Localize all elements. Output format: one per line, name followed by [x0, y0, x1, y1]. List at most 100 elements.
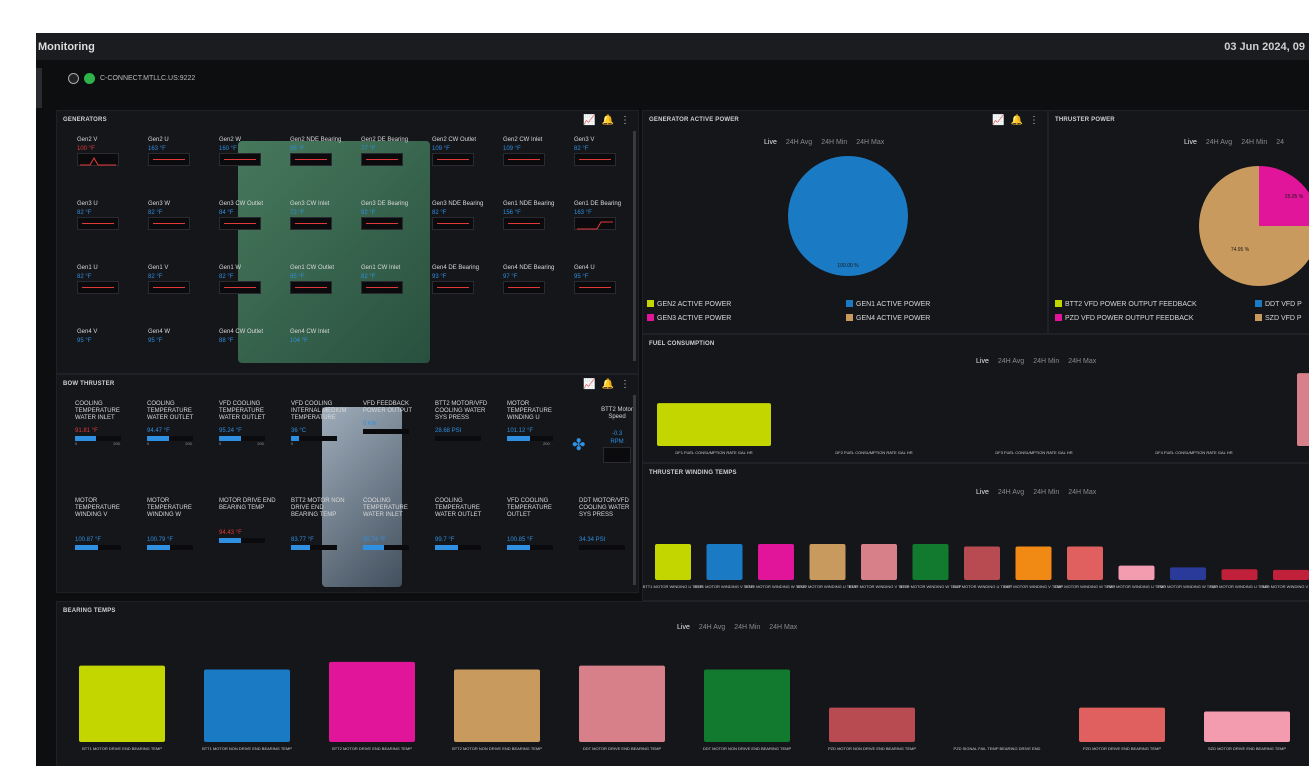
range-max: 200	[185, 441, 192, 446]
bar[interactable]	[861, 544, 897, 580]
sparkline	[219, 281, 261, 294]
scrollbar[interactable]	[633, 131, 636, 361]
thruster-power-pie: 74.95 % 25.05 %	[1199, 166, 1309, 286]
legend-swatch	[846, 300, 853, 307]
legend-label: GEN2 ACTIVE POWER	[657, 301, 732, 308]
sparkline	[148, 153, 190, 166]
cell-label: Gen4 V	[77, 329, 98, 335]
title-bar: Monitoring 03 Jun 2024, 09	[36, 33, 1309, 60]
more-icon[interactable]: ⋮	[620, 115, 630, 126]
generator-cell: Gen1 U 82 °F	[77, 265, 137, 294]
back-icon[interactable]	[68, 73, 79, 84]
cell-value: 100 °F	[77, 146, 95, 152]
cell-value: 82 °F	[148, 274, 163, 280]
cell-label: Gen4 U	[574, 265, 595, 271]
cell-value: 28.68 PSI	[435, 428, 462, 434]
bar[interactable]	[1067, 546, 1103, 580]
generator-cell: Gen1 DE Bearing 163 °F	[574, 201, 634, 230]
bar[interactable]	[809, 544, 846, 580]
legend-item[interactable]: GEN4 ACTIVE POWER	[846, 314, 930, 322]
tab-24h-min[interactable]: 24H Min	[821, 139, 847, 146]
bar[interactable]	[1221, 569, 1258, 580]
legend-item[interactable]: GEN2 ACTIVE POWER	[647, 300, 731, 308]
motor-speed: BTT2 Motor Speed -0.3 RPM	[597, 407, 637, 463]
fan-icon: ✤	[572, 437, 586, 454]
cell-label: Gen3 CW Outlet	[219, 201, 264, 207]
bar[interactable]	[579, 665, 665, 742]
cell-value: 82 °F	[432, 210, 447, 216]
cell-label: Gen4 CW Inlet	[290, 329, 330, 335]
tab-24h-avg[interactable]: 24H Avg	[1206, 139, 1232, 146]
legend-label: PZD VFD POWER OUTPUT FEEDBACK	[1065, 315, 1194, 322]
range-labels: 0 200	[219, 441, 279, 446]
tab-24h-min[interactable]: 24H Min	[1241, 139, 1267, 146]
legend-item[interactable]: SZD VFD P	[1255, 314, 1302, 322]
connection-label: C-CONNECT.MTLLC.US:9222	[100, 75, 196, 82]
tab-24h-max[interactable]: 24H Max	[856, 139, 884, 146]
bar[interactable]	[657, 403, 771, 446]
tab-live[interactable]: Live	[764, 139, 777, 146]
scrollbar[interactable]	[633, 395, 636, 585]
bar[interactable]	[204, 669, 290, 742]
cell-value: 95 °F	[290, 274, 305, 280]
bar-label: BTT2 MOTOR NON DRIVE END BEARING TEMP	[452, 746, 542, 751]
more-icon[interactable]: ⋮	[1029, 115, 1039, 126]
level-bar	[435, 436, 481, 441]
cell-value: 82 °F	[77, 274, 92, 280]
legend-item[interactable]: PZD VFD POWER OUTPUT FEEDBACK	[1055, 314, 1194, 322]
bar[interactable]	[964, 546, 1000, 580]
motor-speed-box	[603, 447, 631, 463]
cell-label: Gen4 DE Bearing	[432, 265, 480, 271]
chart-icon[interactable]: 📈	[583, 379, 595, 390]
bar[interactable]	[912, 544, 949, 580]
level-bar	[363, 429, 409, 434]
tab-24h-avg[interactable]: 24H Avg	[786, 139, 812, 146]
more-icon[interactable]: ⋮	[620, 379, 630, 390]
legend-item[interactable]: GEN3 ACTIVE POWER	[647, 314, 731, 322]
bar-label: DDT MOTOR NON DRIVE END BEARING TEMP	[703, 746, 792, 751]
bell-icon[interactable]: 🔔	[602, 115, 614, 126]
cell-label: BTT2 MOTOR NON DRIVE END BEARING TEMP	[291, 498, 345, 518]
level-bar	[507, 436, 553, 441]
generator-cell: Gen4 CW Outlet 88 °F	[219, 329, 279, 344]
bar[interactable]	[1204, 711, 1290, 742]
bar[interactable]	[1170, 567, 1206, 580]
bar[interactable]	[329, 661, 415, 742]
bar[interactable]	[1015, 546, 1052, 580]
chart-icon[interactable]: 📈	[583, 115, 595, 126]
bar[interactable]	[79, 665, 165, 742]
bar[interactable]	[1273, 569, 1309, 580]
generator-cell: Gen4 V 95 °F	[77, 329, 137, 344]
cell-value: 97 °F	[503, 274, 518, 280]
bell-icon[interactable]: 🔔	[602, 379, 614, 390]
chart-icon[interactable]: 📈	[992, 115, 1004, 126]
bar[interactable]	[655, 544, 691, 580]
sparkline	[361, 217, 403, 230]
bar[interactable]	[704, 669, 790, 742]
bar-label: DF4 FUEL CONSUMPTION RATE GAL HR	[1155, 450, 1232, 455]
bar[interactable]	[454, 669, 540, 742]
cell-label: Gen2 V	[77, 137, 98, 143]
range-min: 0	[75, 441, 78, 446]
generator-cell: Gen3 DE Bearing 92 °F	[361, 201, 421, 230]
level-bar	[75, 436, 121, 441]
thruster-cell: COOLING TEMPERATURE WATER INLET 90.74 °F	[363, 498, 423, 550]
bar[interactable]	[706, 544, 743, 580]
tab-24h-max[interactable]: 24	[1276, 139, 1284, 146]
bar[interactable]	[758, 544, 794, 580]
legend-item[interactable]: BTT2 VFD POWER OUTPUT FEEDBACK	[1055, 300, 1197, 308]
cell-value: 104 °F	[290, 338, 308, 344]
cell-value: 84 °F	[219, 210, 234, 216]
bell-icon[interactable]: 🔔	[1011, 115, 1023, 126]
legend-item[interactable]: GEN1 ACTIVE POWER	[846, 300, 930, 308]
tab-live[interactable]: Live	[1184, 139, 1197, 146]
sparkline	[148, 281, 190, 294]
bar[interactable]	[1118, 565, 1155, 580]
legend-item[interactable]: DDT VFD P	[1255, 300, 1302, 308]
thruster-cell: BTT2 MOTOR NON DRIVE END BEARING TEMP 83.…	[291, 498, 351, 550]
thruster-cell: MOTOR TEMPERATURE WINDING W 100.79 °F	[147, 498, 207, 550]
bar[interactable]	[1079, 707, 1165, 742]
bar[interactable]	[1297, 373, 1309, 446]
bar-label: DDT MOTOR DRIVE END BEARING TEMP	[583, 746, 662, 751]
bar[interactable]	[829, 707, 915, 742]
